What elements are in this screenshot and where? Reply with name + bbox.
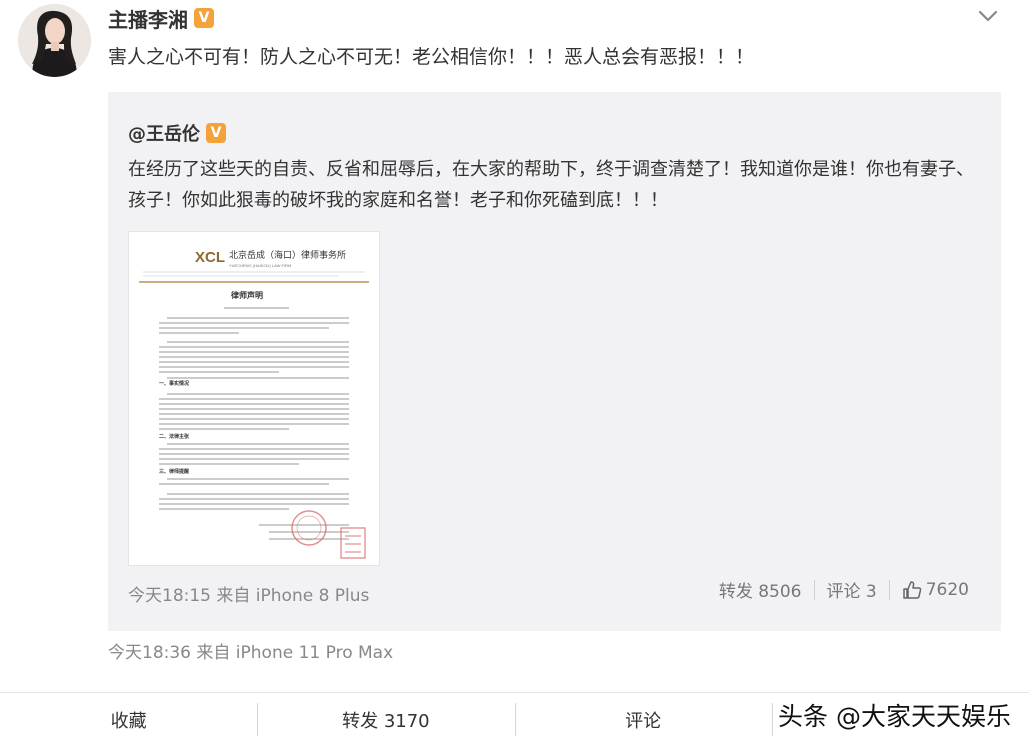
comment-label: 评论: [625, 710, 662, 732]
like-count: 7620: [925, 579, 969, 600]
watermark-text: 头条 @大家天天娱乐: [778, 702, 1011, 731]
document-image: XCL 北京岳成（海口）律师事务所 YUECHENG (HAIKOU) LAW …: [129, 232, 379, 565]
doc-section-1: 一、事实情况: [159, 380, 189, 387]
repost-label: 转发 3170: [342, 710, 430, 732]
verified-badge-icon: V: [194, 8, 214, 28]
doc-firm-name: 北京岳成（海口）律师事务所: [229, 249, 346, 261]
repost-author-name[interactable]: @王岳伦: [128, 120, 200, 146]
doc-section-3: 三、律师提醒: [159, 468, 189, 475]
comment-count-label: 评论 3: [826, 582, 877, 602]
post-author-name[interactable]: 主播李湘: [108, 4, 188, 33]
favorite-label: 收藏: [110, 710, 147, 732]
repost-text: 在经历了这些天的自责、反省和屈辱后，在大家的帮助下，终于调查清楚了！我知道你是谁…: [128, 159, 974, 211]
chevron-down-icon[interactable]: [977, 8, 999, 24]
svg-text:XCL: XCL: [195, 249, 225, 266]
doc-section-2: 二、法律主张: [159, 433, 190, 440]
repost-comment-button[interactable]: 评论 3: [815, 577, 889, 602]
repost-actions: 转发 8506 评论 3 7620: [707, 577, 981, 602]
post-source[interactable]: 今天18:36 来自 iPhone 11 Pro Max: [108, 638, 393, 663]
favorite-button[interactable]: 收藏: [0, 693, 257, 746]
post-text: 害人之心不可有！防人之心不可无！老公相信你！！！恶人总会有恶报！！！: [108, 46, 755, 68]
repost-button[interactable]: 转发 3170: [257, 693, 514, 746]
repost-repost-button[interactable]: 转发 8506: [707, 577, 814, 602]
post-author: 主播李湘 V: [108, 2, 214, 34]
doc-title: 律师声明: [231, 290, 263, 300]
doc-firm-name-en: YUECHENG (HAIKOU) LAW FIRM: [229, 263, 291, 268]
thumbs-up-icon: [902, 580, 922, 599]
reposted-content: @王岳伦 V 在经历了这些天的自责、反省和屈辱后，在大家的帮助下，终于调查清楚了…: [108, 92, 1001, 631]
repost-author: @王岳伦 V: [128, 120, 226, 146]
watermark: 头条 @大家天天娱乐: [778, 697, 1011, 733]
avatar-image: [18, 4, 91, 77]
repost-image-lawyer-statement[interactable]: XCL 北京岳成（海口）律师事务所 YUECHENG (HAIKOU) LAW …: [128, 231, 380, 566]
verified-badge-icon: V: [206, 123, 226, 143]
repost-count-label: 转发 8506: [718, 582, 802, 602]
repost-source[interactable]: 今天18:15 来自 iPhone 8 Plus: [128, 581, 369, 606]
repost-like-button[interactable]: 7620: [890, 580, 981, 600]
comment-button[interactable]: 评论: [514, 693, 772, 746]
avatar[interactable]: [18, 4, 91, 77]
